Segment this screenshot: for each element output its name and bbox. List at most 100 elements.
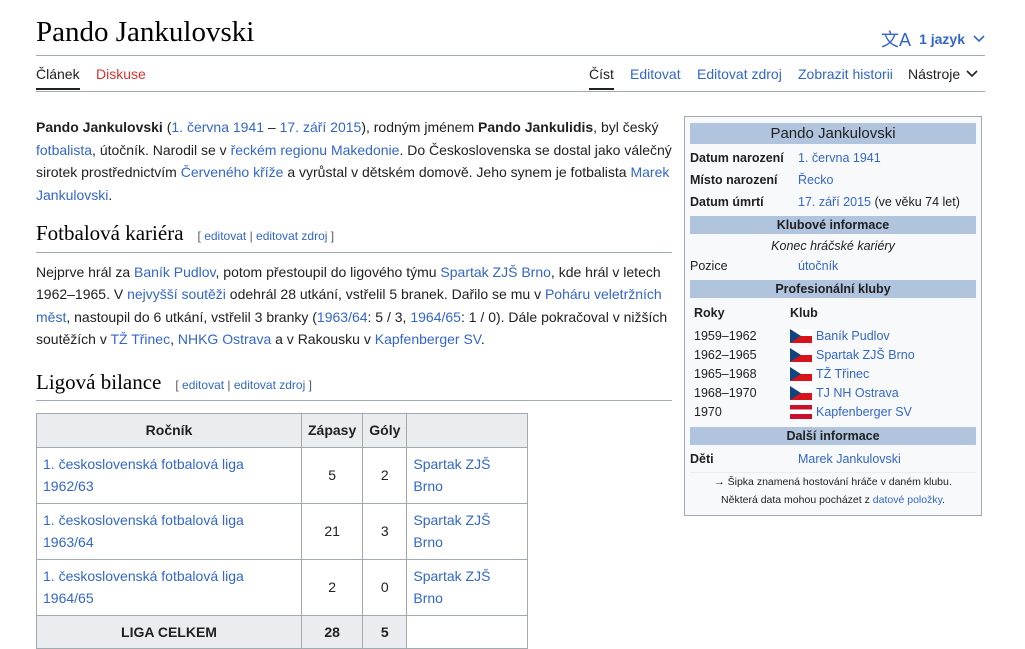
club-row: 1962–1965 Spartak ZJŠ Brno [690, 345, 976, 364]
czechoslovakia-flag-icon [790, 366, 812, 381]
club-link[interactable]: TJ NH Ostrava [816, 386, 899, 400]
position-link[interactable]: útočník [798, 257, 838, 275]
language-label: 1 jazyk [919, 31, 965, 47]
table-header-row: Ročník Zápasy Góly [36, 413, 529, 448]
club-link[interactable]: Baník Pudlov [816, 329, 890, 343]
column-header: Ročník [36, 413, 302, 448]
infobox: Pando Jankulovski Datum narození 1. červ… [684, 116, 982, 516]
text: a vyrůstal v dětském domově. Jeho synem … [283, 164, 631, 180]
text: : 5 / 3, [367, 308, 411, 325]
club-link[interactable]: TŽ Třinec [110, 331, 170, 347]
club-link[interactable]: Baník Pudlov [134, 264, 215, 280]
club-row: 1959–1962 Baník Pudlov [690, 326, 976, 345]
wikidata-link[interactable]: datové položky [873, 494, 942, 506]
apps-cell: 21 [300, 502, 364, 560]
career-end: Konec hráčské kariéry [771, 239, 895, 253]
text: ), rodným jménem [361, 119, 479, 135]
footballer-link[interactable]: fotbalista [36, 142, 92, 158]
infobox-row: Děti Marek Jankulovski [690, 448, 976, 470]
season-link[interactable]: 1. československá fotbalová liga 1962/63 [36, 446, 302, 504]
death-value: 17. září 2015 (ve věku 74 let) [798, 193, 960, 211]
column-header [406, 413, 529, 448]
chevron-down-icon [973, 35, 985, 43]
infobox-row: Místo narození Řecko [690, 169, 976, 191]
red-cross-link[interactable]: Červeného kříže [181, 164, 284, 180]
apps-cell: 2 [300, 558, 364, 616]
league-stats-table: Ročník Zápasy Góly 1. československá fot… [36, 413, 529, 649]
section-edit-links: [ editovat | editovat zdroj ] [198, 229, 335, 243]
tab-edit-source[interactable]: Editovat zdroj [697, 66, 782, 82]
club-link[interactable]: Spartak ZJŠ Brno [406, 446, 529, 504]
club-link[interactable]: NHKG Ostrava [178, 331, 271, 347]
text: Nejprve hrál za [36, 263, 135, 280]
edit-source-link[interactable]: editovat zdroj [256, 229, 327, 243]
text: ] [305, 377, 312, 392]
tab-article[interactable]: Článek [36, 66, 80, 90]
infobox-label: Pozice [690, 259, 728, 273]
league-link[interactable]: nejvyšší soutěži [127, 286, 226, 302]
tabs-divider [36, 91, 985, 92]
season-link[interactable]: 1. československá fotbalová liga 1963/64 [36, 502, 302, 560]
birth-date-link[interactable]: 1. června 1941 [798, 149, 881, 167]
column-header: Roky [694, 306, 725, 320]
club-years: 1968–1970 [694, 385, 757, 400]
club-years: 1962–1965 [694, 347, 757, 362]
text: . [942, 494, 945, 506]
club-link[interactable]: Spartak ZJŠ Brno [406, 558, 529, 616]
birth-date-link[interactable]: 1. června 1941 [171, 119, 264, 135]
text: . [108, 186, 113, 203]
infobox-label: Místo narození [690, 173, 778, 187]
czechoslovakia-flag-icon [790, 385, 812, 400]
club-link[interactable]: Spartak ZJŠ Brno [816, 348, 915, 362]
text: . [480, 331, 485, 347]
tab-edit[interactable]: Editovat [630, 66, 681, 82]
infobox-row: Pozice útočník [690, 255, 976, 277]
region-link[interactable]: řeckém regionu Makedonie [231, 142, 400, 158]
infobox-row: Datum úmrtí 17. září 2015 (ve věku 74 le… [690, 191, 976, 213]
data-source-note: Některá data mohou pocházet z datové pol… [690, 491, 976, 509]
club-link[interactable]: Kapfenberger SV [375, 331, 481, 347]
edit-link[interactable]: editovat [204, 229, 246, 243]
club-link[interactable]: TŽ Třinec [816, 367, 869, 381]
son-link[interactable]: Marek Jankulovski [798, 450, 901, 468]
total-label: LIGA CELKEM [36, 614, 302, 649]
loan-note: → Šipka znamená hostování hráče v daném … [690, 472, 976, 491]
birth-place-link[interactable]: Řecko [798, 171, 833, 189]
club-years: 1970 [694, 404, 722, 419]
club-link[interactable]: Spartak ZJŠ Brno [440, 264, 551, 280]
infobox-section-header: Další informace [690, 427, 976, 445]
text: | [246, 229, 257, 243]
season-link[interactable]: 1. československá fotbalová liga 1964/65 [36, 558, 302, 616]
total-goals: 5 [362, 614, 408, 649]
edit-link[interactable]: editovat [182, 378, 224, 392]
article-content: Pando Jankulovski (1. června 1941 – 17. … [36, 116, 672, 649]
club-row: 1970 Kapfenberger SV [690, 402, 976, 421]
language-button[interactable]: 文A 1 jazyk [881, 26, 985, 52]
edit-source-link[interactable]: editovat zdroj [234, 378, 305, 392]
infobox-section-header: Klubové informace [690, 216, 976, 234]
intro-paragraph: Pando Jankulovski (1. června 1941 – 17. … [36, 116, 672, 206]
tab-discussion[interactable]: Diskuse [96, 66, 146, 82]
text: | [224, 377, 234, 392]
season-link[interactable]: 1963/64 [317, 309, 368, 325]
death-date-link[interactable]: 17. září 2015 [280, 119, 362, 135]
section-edit-links: [ editovat | editovat zdroj ] [175, 378, 312, 392]
goals-cell: 3 [362, 502, 408, 560]
text: ] [327, 229, 335, 243]
chevron-down-icon [966, 70, 978, 78]
page-title: Pando Jankulovski [36, 16, 255, 48]
tab-read[interactable]: Číst [589, 66, 614, 90]
heading-text: Fotbalová kariéra [36, 221, 184, 245]
club-link[interactable]: Kapfenberger SV [816, 405, 912, 419]
goals-cell: 2 [362, 446, 408, 504]
tab-history[interactable]: Zobrazit historii [798, 66, 893, 82]
column-header: Góly [362, 413, 408, 448]
season-link[interactable]: 1964/65 [410, 309, 461, 325]
tools-menu[interactable]: Nástroje [908, 66, 978, 82]
text: – [264, 119, 280, 135]
text: , [170, 331, 178, 347]
empty-cell [406, 614, 529, 649]
heading-text: Ligová bilance [36, 369, 162, 394]
death-date-link[interactable]: 17. září 2015 [798, 195, 871, 209]
club-link[interactable]: Spartak ZJŠ Brno [406, 502, 529, 560]
